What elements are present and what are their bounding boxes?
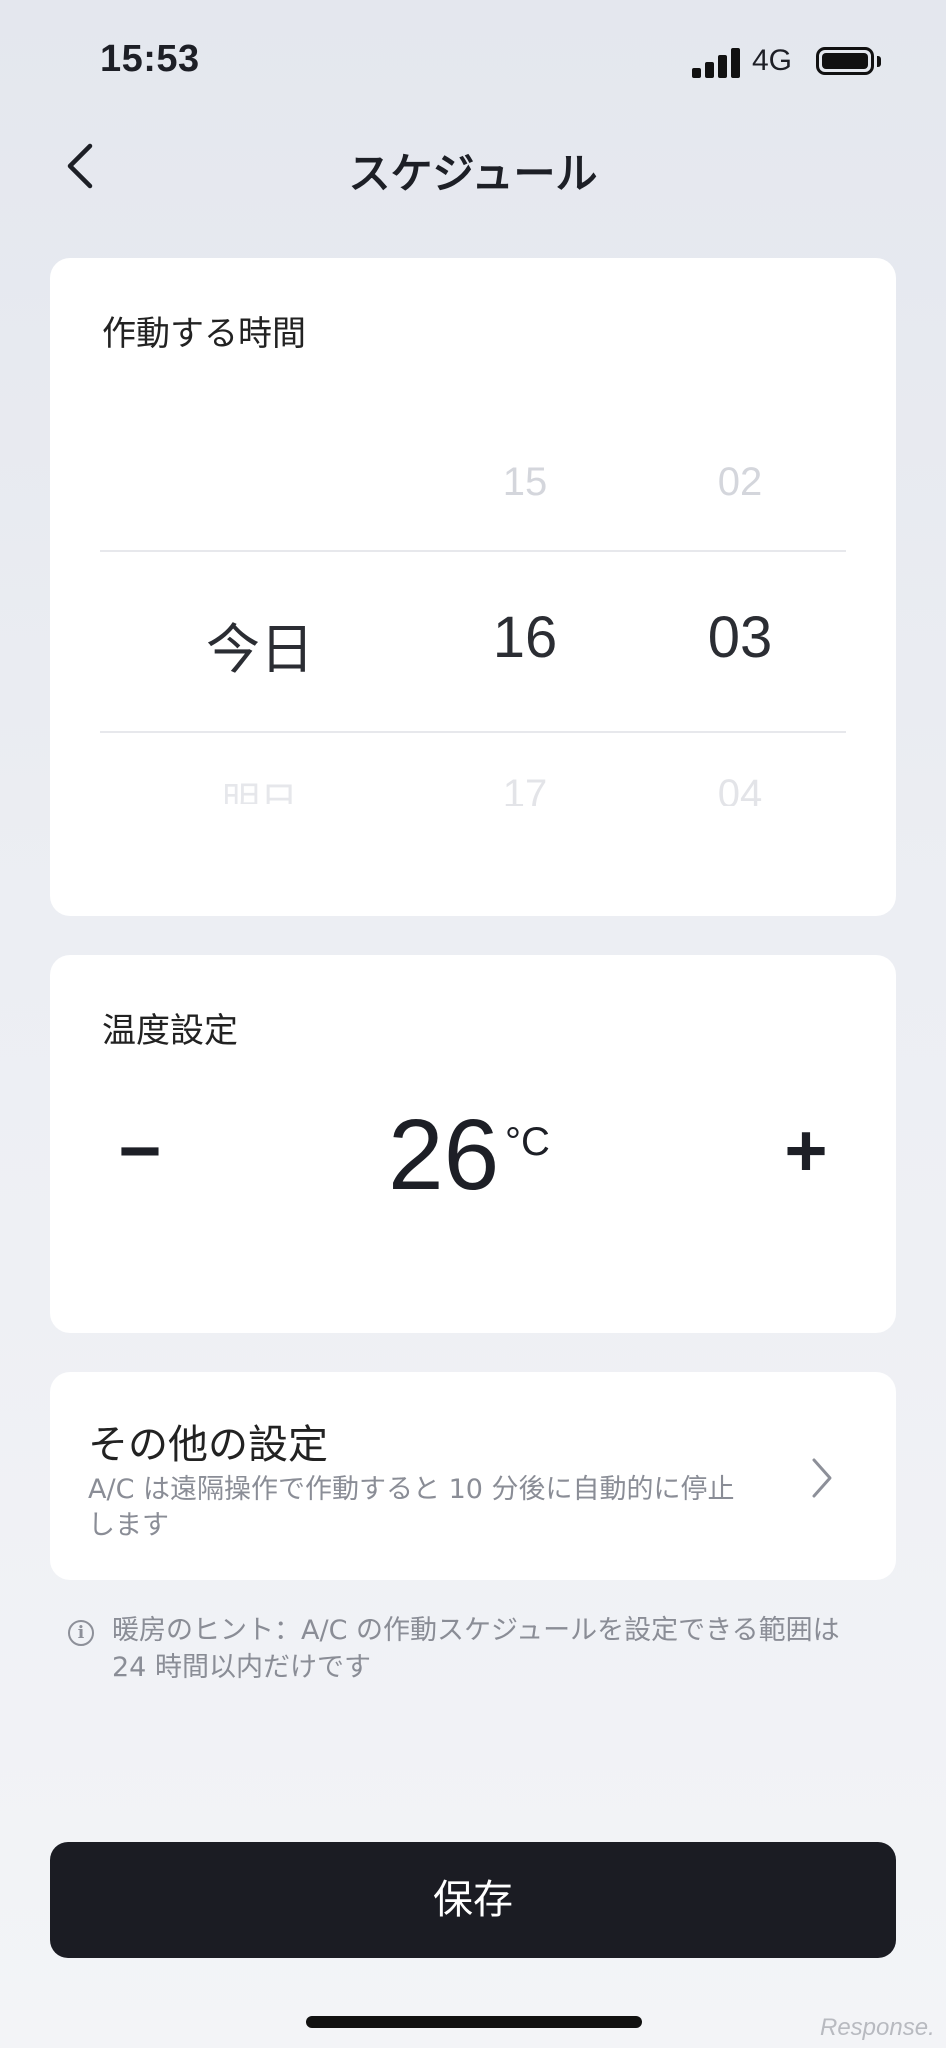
picker-bottom-divider	[100, 731, 846, 733]
temperature-title: 温度設定	[102, 1011, 238, 1051]
schedule-card	[50, 258, 896, 916]
hint-line2: 24 時間以内だけです	[112, 1652, 371, 1683]
increase-temperature-button[interactable]: +	[766, 1108, 846, 1193]
hour-picker-selected[interactable]: 16	[445, 604, 605, 671]
battery-icon	[816, 47, 874, 75]
minute-picker-prev[interactable]: 02	[660, 460, 820, 505]
battery-tip	[877, 56, 881, 67]
chevron-left-icon	[67, 143, 93, 189]
decrease-temperature-button[interactable]: −	[100, 1108, 180, 1193]
minute-picker-selected[interactable]: 03	[660, 604, 820, 671]
page-title: スケジュール	[348, 149, 598, 198]
info-icon: i	[68, 1620, 94, 1646]
status-time: 15:53	[100, 38, 200, 80]
temperature-value: 26	[388, 1099, 500, 1211]
hint-line1: 暖房のヒント：A/C の作動スケジュールを設定できる範囲は	[112, 1615, 840, 1646]
day-picker-next[interactable]: 明日	[160, 770, 360, 804]
day-picker-selected[interactable]: 今日	[160, 605, 360, 684]
save-button[interactable]: 保存	[50, 1842, 896, 1958]
hint-text: 暖房のヒント：A/C の作動スケジュールを設定できる範囲は 24 時間以内だけで…	[112, 1612, 892, 1686]
chevron-right-icon	[808, 1456, 836, 1500]
schedule-title: 作動する時間	[102, 314, 306, 354]
hour-picker-next[interactable]: 17	[445, 772, 605, 806]
network-type: 4G	[752, 44, 793, 77]
home-indicator	[306, 2016, 642, 2028]
other-settings-description-line2: します	[88, 1510, 169, 1541]
hour-picker-prev[interactable]: 15	[445, 460, 605, 505]
back-button[interactable]	[56, 136, 106, 196]
picker-top-divider	[100, 550, 846, 552]
signal-icon	[692, 46, 740, 78]
minute-picker-next[interactable]: 04	[660, 772, 820, 806]
other-settings-description-line1: A/C は遠隔操作で作動すると 10 分後に自動的に停止	[88, 1474, 735, 1505]
other-settings-title: その他の設定	[88, 1422, 328, 1468]
watermark-logo: Response.	[820, 2014, 935, 2041]
temperature-unit: °C	[505, 1120, 550, 1164]
